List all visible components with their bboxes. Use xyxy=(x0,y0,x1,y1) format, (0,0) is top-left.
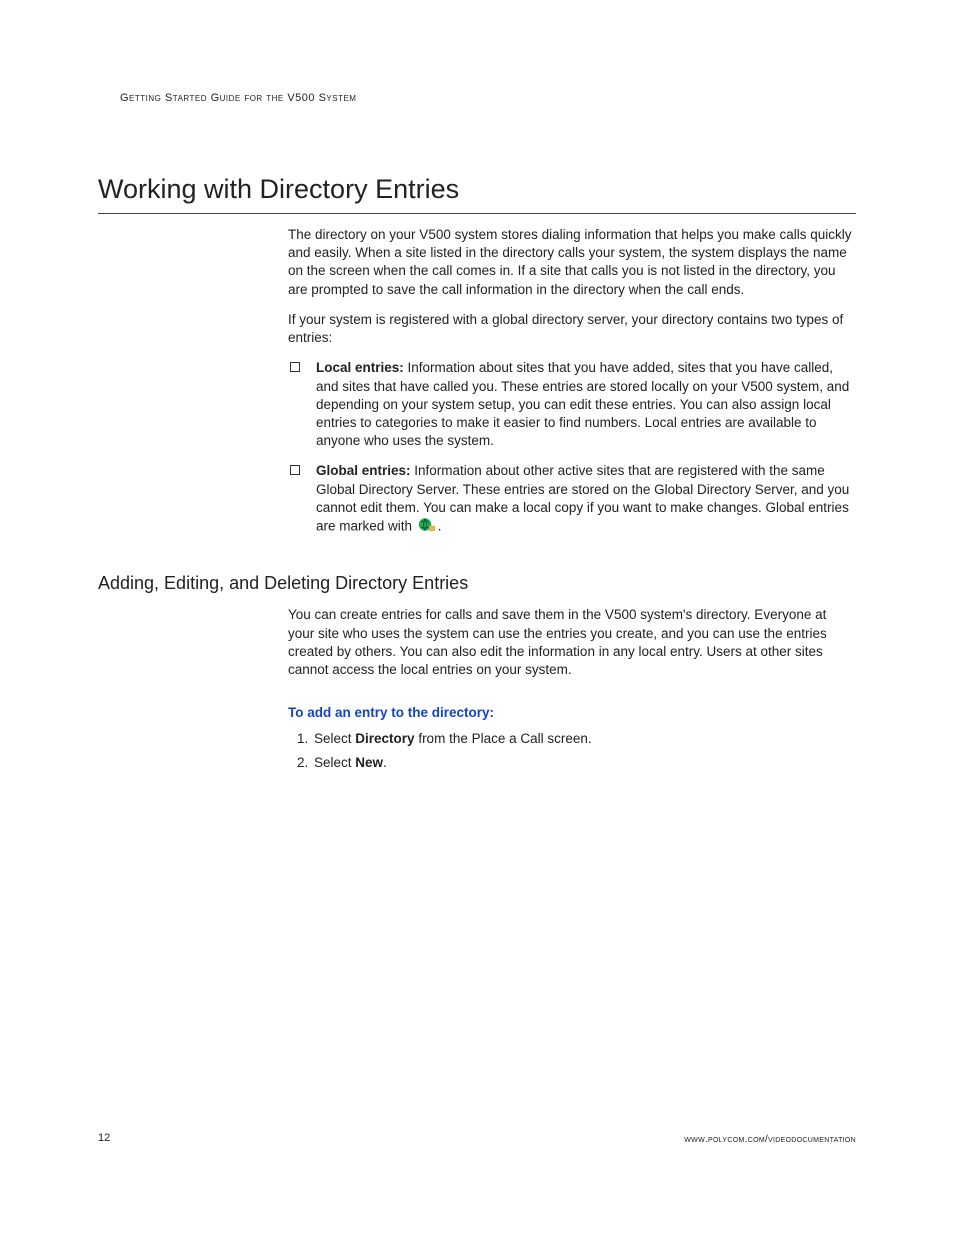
task-heading: To add an entry to the directory: xyxy=(288,705,856,720)
intro-paragraph-1: The directory on your V500 system stores… xyxy=(288,226,856,299)
step-text-bold: Directory xyxy=(355,731,414,746)
steps-list: Select Directory from the Place a Call s… xyxy=(288,730,856,772)
list-item: Local entries: Information about sites t… xyxy=(288,359,856,450)
bullet-label: Local entries: xyxy=(316,360,404,375)
step-item: Select New. xyxy=(312,754,856,772)
section-body: The directory on your V500 system stores… xyxy=(288,226,856,537)
subsection-body: You can create entries for calls and sav… xyxy=(288,606,856,772)
page-number: 12 xyxy=(98,1132,110,1144)
step-text-post: from the Place a Call screen. xyxy=(415,731,592,746)
step-text-bold: New xyxy=(355,755,383,770)
list-item: Global entries: Information about other … xyxy=(288,462,856,537)
step-text-pre: Select xyxy=(314,731,355,746)
step-item: Select Directory from the Place a Call s… xyxy=(312,730,856,748)
section-title: Working with Directory Entries xyxy=(98,174,856,214)
footer-url: www.polycom.com/videodocumentation xyxy=(684,1132,856,1145)
page-footer: 12 www.polycom.com/videodocumentation xyxy=(98,1132,856,1145)
globe-icon xyxy=(418,517,436,537)
page: Getting Started Guide for the V500 Syste… xyxy=(0,0,954,1235)
step-text-pre: Select xyxy=(314,755,355,770)
subsection-paragraph: You can create entries for calls and sav… xyxy=(288,606,856,679)
bullet-text-after: . xyxy=(438,519,442,534)
intro-paragraph-2: If your system is registered with a glob… xyxy=(288,311,856,347)
bullet-label: Global entries: xyxy=(316,463,411,478)
entry-types-list: Local entries: Information about sites t… xyxy=(288,359,856,537)
subsection-title: Adding, Editing, and Deleting Directory … xyxy=(98,573,856,594)
running-head: Getting Started Guide for the V500 Syste… xyxy=(120,92,856,104)
step-text-post: . xyxy=(383,755,387,770)
